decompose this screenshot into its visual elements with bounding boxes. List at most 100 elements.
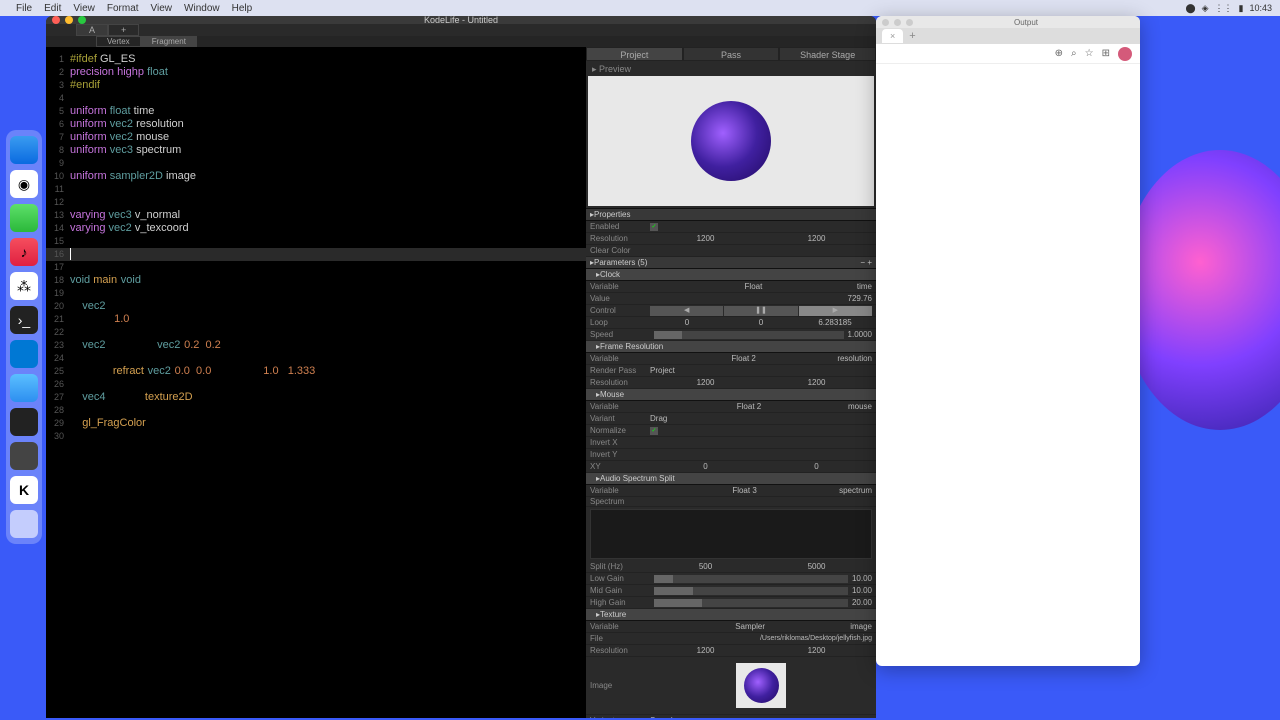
clock-controls[interactable]: ◀❚❚▶ [650,306,872,316]
audio-var-type[interactable]: Float 3 [650,486,839,495]
prop-res-h[interactable]: 1200 [761,234,872,243]
dock-vscode-icon[interactable] [10,340,38,368]
clock-loop-c[interactable]: 6.283185 [798,318,872,327]
browser-ext-icon[interactable]: ⊞ [1102,48,1110,59]
frame-res-h[interactable]: 1200 [761,378,872,387]
browser-maximize-icon[interactable] [906,19,913,26]
audio-mid-slider[interactable] [654,587,848,595]
dock-finder-icon[interactable] [10,136,38,164]
prop-res-w[interactable]: 1200 [650,234,761,243]
clock-loop-a[interactable]: 0 [650,318,724,327]
close-icon[interactable] [52,16,60,24]
tex-var-type[interactable]: Sampler [650,622,850,631]
tex-res-w[interactable]: 1200 [650,646,761,655]
battery-icon[interactable]: ▮ [1239,3,1244,14]
tab-a[interactable]: A [76,24,108,36]
frame-res-w[interactable]: 1200 [650,378,761,387]
clock-header[interactable]: ▸ Clock [586,269,876,281]
tex-res-h[interactable]: 1200 [761,646,872,655]
panel-tab-project[interactable]: Project [586,47,683,61]
panel-tab-pass[interactable]: Pass [683,47,780,61]
subtab-fragment[interactable]: Fragment [141,36,197,47]
mouse-header[interactable]: ▸ Mouse [586,389,876,401]
frame-var-type[interactable]: Float 2 [650,354,837,363]
menu-window[interactable]: Window [184,3,220,14]
browser-zoom-icon[interactable]: ⊕ [1055,48,1063,59]
browser-tab[interactable]: × [882,29,903,43]
browser-search-icon[interactable]: ⌕ [1071,48,1077,59]
browser-titlebar[interactable]: Output [876,16,1140,28]
frame-rp-value[interactable]: Project [650,366,872,375]
menu-view[interactable]: View [73,3,95,14]
dock-messages-icon[interactable] [10,204,38,232]
menu-file[interactable]: File [16,3,32,14]
tex-var-name[interactable]: image [850,622,872,631]
dock-slack-icon[interactable]: ⁂ [10,272,38,300]
preview-header[interactable]: ▸ Preview [588,63,874,76]
dock-trash-icon[interactable] [10,510,38,538]
subtab-vertex[interactable]: Vertex [96,36,141,47]
dock-music-icon[interactable]: ♪ [10,238,38,266]
clock-value[interactable]: 729.76 [650,294,872,303]
browser-avatar[interactable] [1118,47,1132,61]
tex-file-value[interactable]: /Users/riklomas/Desktop/jellyfish.jpg [650,635,872,642]
mouse-variant-value[interactable]: Drag [650,414,872,423]
audio-header[interactable]: ▸ Audio Spectrum Split [586,473,876,485]
dock-app-icon[interactable] [10,442,38,470]
mouse-xy-a[interactable]: 0 [650,462,761,471]
panel-tab-shader[interactable]: Shader Stage [779,47,876,61]
dock-kodelife-icon[interactable]: K [10,476,38,504]
dock-mail-icon[interactable] [10,374,38,402]
parameters-header[interactable]: ▸ Parameters (5)− + [586,257,876,269]
mouse-norm-checkbox[interactable]: ✓ [650,427,658,435]
clock-var-name[interactable]: time [857,282,872,291]
audio-split-b[interactable]: 5000 [761,562,872,571]
dock-terminal-icon[interactable]: ›_ [10,306,38,334]
audio-high-label: High Gain [590,598,650,607]
audio-var-label: Variable [590,486,650,495]
mouse-var-name[interactable]: mouse [848,402,872,411]
clock-loop-b[interactable]: 0 [724,318,798,327]
browser-close-icon[interactable] [882,19,889,26]
audio-split-label: Split (Hz) [590,562,650,571]
clock-speed-slider[interactable] [654,331,844,339]
browser-star-icon[interactable]: ☆ [1085,48,1094,59]
audio-spectrum-label: Spectrum [590,497,650,506]
browser-minimize-icon[interactable] [894,19,901,26]
frame-var-name[interactable]: resolution [837,354,872,363]
audio-split-a[interactable]: 500 [650,562,761,571]
dock-chrome-icon[interactable]: ◉ [10,170,38,198]
tex-variant-value[interactable]: Sampler [650,716,872,718]
clock[interactable]: 10:43 [1249,3,1272,13]
mouse-var-type[interactable]: Float 2 [650,402,848,411]
audio-high-slider[interactable] [654,599,848,607]
prop-enabled-checkbox[interactable]: ✓ [650,223,658,231]
status-icon[interactable]: ◈ [1202,3,1209,14]
maximize-icon[interactable] [78,16,86,24]
audio-high-value: 20.00 [852,598,872,607]
menu-view2[interactable]: View [151,3,173,14]
clock-var-type[interactable]: Float [650,282,857,291]
properties-header[interactable]: ▸ Properties [586,209,876,221]
frame-header[interactable]: ▸ Frame Resolution [586,341,876,353]
browser-newtab-icon[interactable]: + [903,30,921,42]
tex-thumbnail[interactable] [736,663,786,708]
texture-header[interactable]: ▸ Texture [586,609,876,621]
menu-format[interactable]: Format [107,3,139,14]
menu-edit[interactable]: Edit [44,3,61,14]
menu-help[interactable]: Help [232,3,253,14]
minimize-icon[interactable] [65,16,73,24]
tab-add[interactable]: + [108,24,139,36]
wifi-icon[interactable]: ⋮⋮ [1215,3,1233,14]
status-icon[interactable]: ⬤ [1186,3,1196,14]
mouse-xy-b[interactable]: 0 [761,462,872,471]
clock-speed-label: Speed [590,330,650,339]
dock-figma-icon[interactable] [10,408,38,436]
audio-var-name[interactable]: spectrum [839,486,872,495]
frame-var-label: Variable [590,354,650,363]
audio-low-slider[interactable] [654,575,848,583]
clock-control-label: Control [590,306,650,315]
mouse-norm-label: Normalize [590,426,650,435]
window-titlebar[interactable]: KodeLife - Untitled [46,16,876,24]
code-editor[interactable]: 1#ifdef GL_ES 2precision highp float; 3#… [46,47,586,718]
